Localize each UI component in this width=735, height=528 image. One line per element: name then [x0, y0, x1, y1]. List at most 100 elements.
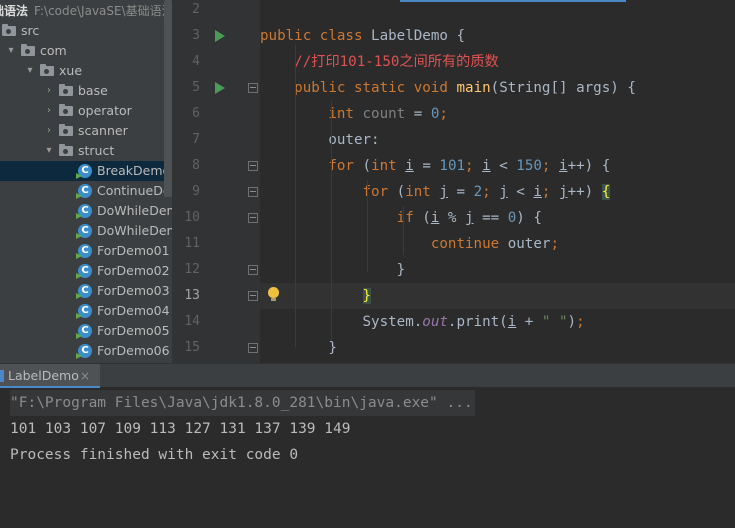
code-line[interactable]: outer: [260, 127, 379, 153]
line-number: 9 [192, 184, 200, 199]
tree-item-package[interactable]: ▾ com [0, 41, 172, 61]
code-editor[interactable]: 2 3 4 5 6 7 8 9 10 11 12 13 14 15 public class LabelD… [172, 0, 735, 363]
java-class-icon: C [78, 264, 92, 278]
tree-item-class[interactable]: C DoWhileDemo01 [0, 201, 172, 221]
run-gutter-icon[interactable] [215, 30, 225, 42]
tree-item-label: com [40, 43, 67, 58]
tree-item-label: struct [78, 143, 115, 158]
code-line[interactable]: continue outer; [260, 231, 559, 257]
package-folder-icon [40, 64, 54, 76]
java-class-icon: C [78, 224, 92, 238]
fold-icon[interactable] [248, 83, 258, 93]
package-folder-icon [59, 124, 73, 136]
chevron-down-icon[interactable]: ▾ [24, 61, 36, 81]
package-folder-icon [59, 104, 73, 116]
tree-item-package[interactable]: › operator [0, 101, 172, 121]
line-number: 15 [184, 340, 200, 355]
indent-guide [403, 206, 404, 255]
chevron-down-icon[interactable]: ▾ [5, 41, 17, 61]
line-number: 10 [184, 210, 200, 225]
tree-item-label: ForDemo02 [97, 263, 170, 278]
code-line[interactable]: } [260, 335, 337, 361]
tree-item-label: ContinueDemo [97, 183, 172, 198]
java-class-icon: C [78, 244, 92, 258]
fold-icon[interactable] [248, 265, 258, 275]
tree-item-class[interactable]: C ContinueDemo [0, 181, 172, 201]
tree-item-label: xue [59, 63, 83, 78]
java-class-icon: C [78, 344, 92, 358]
java-class-icon: C [78, 324, 92, 338]
package-folder-icon [2, 24, 16, 36]
console-command-line[interactable]: "F:\Program Files\Java\jdk1.8.0_281\bin\… [10, 390, 475, 416]
chevron-down-icon[interactable]: ▾ [43, 141, 55, 161]
line-number: 2 [192, 2, 200, 17]
code-line[interactable]: for (int i = 101; i < 150; i++) { [260, 153, 610, 179]
chevron-right-icon[interactable]: › [43, 81, 55, 101]
chevron-right-icon[interactable]: › [43, 101, 55, 121]
tree-scrollbar[interactable] [164, 0, 172, 197]
fold-icon[interactable] [248, 161, 258, 171]
project-name[interactable]: 础语法 [0, 4, 28, 18]
tree-item-class[interactable]: C ForDemo03 [0, 281, 172, 301]
tree-item-class[interactable]: C ForDemo06 [0, 341, 172, 361]
code-line[interactable]: System.out.print(i + " "); [260, 309, 584, 335]
code-line[interactable]: if (i % j == 0) { [260, 205, 542, 231]
tree-item-label: base [78, 83, 108, 98]
java-class-icon: C [78, 284, 92, 298]
line-number: 14 [184, 314, 200, 329]
code-line[interactable]: } [260, 257, 406, 283]
java-class-icon: C [78, 304, 92, 318]
tree-item-label: DoWhileDemo02 [97, 223, 172, 238]
tab-labeldemo[interactable]: LabelDemo × [0, 364, 100, 388]
tree-item-class[interactable]: C DoWhileDemo02 [0, 221, 172, 241]
line-number: 6 [192, 106, 200, 121]
run-config-icon [0, 370, 4, 382]
tree-item-label: ForDemo01 [97, 243, 170, 258]
tree-item-package[interactable]: › scanner [0, 121, 172, 141]
tree-item-label: DoWhileDemo01 [97, 203, 172, 218]
tree-item-label: src [21, 23, 40, 38]
tree-item-label: ForDemo03 [97, 283, 170, 298]
console-exit-message: Process finished with exit code 0 [10, 447, 299, 463]
tree-item-class[interactable]: C BreakDemo [0, 161, 172, 181]
line-number: 12 [184, 262, 200, 277]
tree-item-label: ForDemo06 [97, 343, 170, 358]
fold-icon[interactable] [248, 343, 258, 353]
tree-item-class[interactable]: C ForDemo04 [0, 301, 172, 321]
java-class-icon: C [78, 184, 92, 198]
chevron-right-icon[interactable]: › [43, 121, 55, 141]
indent-guide [367, 180, 368, 272]
tree-item-class[interactable]: C ForDemo02 [0, 261, 172, 281]
tree-item-class[interactable]: C ForDemo05 [0, 321, 172, 341]
indent-guide [295, 45, 296, 347]
code-line[interactable]: int count = 0; [260, 101, 448, 127]
tree-item-package[interactable]: ▾ struct [0, 141, 172, 161]
java-class-icon: C [78, 164, 92, 178]
tree-item-label: BreakDemo [97, 163, 171, 178]
package-folder-icon [59, 84, 73, 96]
package-folder-icon [21, 44, 35, 56]
package-folder-icon [59, 144, 73, 156]
fold-icon[interactable] [248, 291, 258, 301]
tree-item-package[interactable]: src [0, 21, 172, 41]
project-tree-panel: 础语法F:\code\JavaSE\基础语法 src▾com▾xue›base›… [0, 0, 172, 363]
tab-label: LabelDemo [8, 368, 79, 383]
code-line[interactable]: for (int j = 2; j < i; j++) { [260, 179, 611, 205]
fold-icon[interactable] [248, 213, 258, 223]
line-number: 4 [192, 54, 200, 69]
code-line[interactable]: public class LabelDemo { [260, 23, 465, 49]
code-line[interactable]: public static void main(String[] args) { [260, 75, 636, 101]
tree-item-class[interactable]: C ForDemo01 [0, 241, 172, 261]
line-number: 5 [192, 80, 200, 95]
run-gutter-icon[interactable] [215, 82, 225, 94]
tree-item-package[interactable]: ▾ xue [0, 61, 172, 81]
line-number: 13 [184, 288, 200, 303]
close-icon[interactable]: × [80, 364, 90, 388]
line-number: 3 [192, 28, 200, 43]
console-output-line: 101 103 107 109 113 127 131 137 139 149 [10, 421, 351, 437]
indent-guide [331, 101, 332, 340]
run-panel: LabelDemo × "F:\Program Files\Java\jdk1.… [0, 363, 735, 528]
lightbulb-icon[interactable] [268, 287, 279, 301]
tree-item-package[interactable]: › base [0, 81, 172, 101]
fold-icon[interactable] [248, 187, 258, 197]
